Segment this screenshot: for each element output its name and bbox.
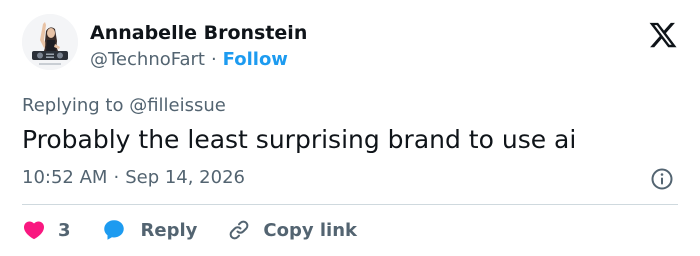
like-count: 3 bbox=[58, 219, 71, 241]
action-bar: 3 Reply Copy link bbox=[22, 216, 357, 244]
author-handle-line: @TechnoFart · Follow bbox=[90, 48, 288, 72]
link-icon bbox=[230, 220, 249, 240]
handle-separator: · bbox=[210, 49, 217, 70]
heart-icon bbox=[23, 221, 45, 240]
reply-label: Reply bbox=[140, 219, 198, 241]
reply-context-prefix: Replying to bbox=[22, 95, 124, 116]
info-icon[interactable] bbox=[650, 167, 674, 191]
tweet-date: Sep 14, 2026 bbox=[125, 167, 245, 188]
author-name[interactable]: Annabelle Bronstein bbox=[90, 21, 307, 45]
like-button[interactable]: 3 bbox=[22, 218, 71, 242]
dj-avatar-image bbox=[22, 14, 78, 70]
reply-bubble-icon bbox=[103, 220, 124, 240]
copy-link-button[interactable]: Copy link bbox=[227, 218, 357, 242]
tweet-time: 10:52 AM bbox=[22, 167, 108, 188]
x-logo-icon[interactable] bbox=[648, 20, 678, 50]
timestamp-separator: · bbox=[113, 167, 120, 188]
tweet-timestamp[interactable]: 10:52 AM · Sep 14, 2026 bbox=[22, 166, 245, 190]
author-avatar[interactable] bbox=[22, 14, 78, 70]
follow-button[interactable]: Follow bbox=[223, 49, 288, 70]
tweet-text: Probably the least surprising brand to u… bbox=[22, 125, 577, 154]
author-handle[interactable]: @TechnoFart bbox=[90, 49, 205, 70]
copy-link-label: Copy link bbox=[263, 219, 357, 241]
reply-context-mention[interactable]: @filleissue bbox=[129, 95, 226, 116]
divider bbox=[22, 204, 678, 205]
reply-context: Replying to @filleissue bbox=[22, 94, 226, 118]
reply-button[interactable]: Reply bbox=[101, 217, 198, 243]
